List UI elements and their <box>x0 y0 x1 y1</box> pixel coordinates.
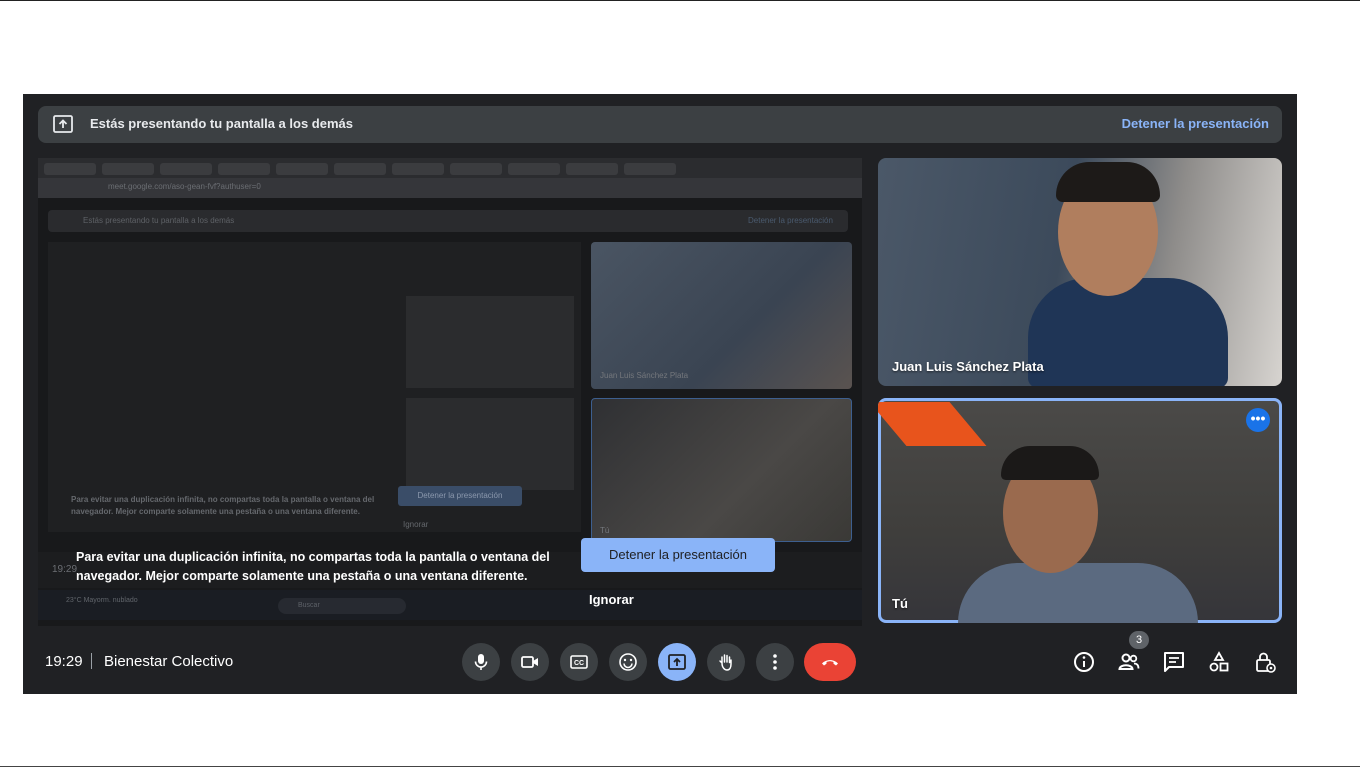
meeting-name: Bienestar Colectivo <box>104 653 234 670</box>
mirror-time: 19:29 <box>52 564 78 575</box>
camera-icon <box>521 656 538 668</box>
captions-icon: CC <box>570 655 588 669</box>
mic-icon <box>474 654 488 670</box>
taskbar-weather: 23°C Mayorm. nublado <box>66 597 138 604</box>
mirror-stop-button: Detener la presentación <box>398 486 522 506</box>
mirror-warning-text: Para evitar una duplicación infinita, no… <box>71 495 375 516</box>
mirror-ignore-link: Ignorar <box>403 520 429 529</box>
background-logo-shape <box>878 402 987 446</box>
mirror-inner-tile <box>406 398 574 490</box>
participant-name: Juan Luis Sánchez Plata <box>892 359 1044 374</box>
mic-button[interactable] <box>462 643 500 681</box>
more-options-icon[interactable]: ••• <box>1246 408 1270 432</box>
browser-url: meet.google.com/aso-gean-fvf?authuser=0 <box>108 182 261 191</box>
svg-text:CC: CC <box>574 660 584 667</box>
top-border <box>0 0 1360 1</box>
stop-presenting-button[interactable]: Detener la presentación <box>581 538 775 572</box>
participant-tile[interactable]: Juan Luis Sánchez Plata <box>878 158 1282 386</box>
meet-window: Estás presentando tu pantalla a los demá… <box>23 94 1297 694</box>
people-count-badge: 3 <box>1129 631 1149 649</box>
mirror-inner-tile <box>406 296 574 388</box>
end-call-icon <box>822 660 838 666</box>
activities-icon[interactable] <box>1207 650 1231 674</box>
infinite-mirror-warning: Para evitar una duplicación infinita, no… <box>76 550 550 583</box>
windows-taskbar <box>38 590 862 620</box>
presenting-banner: Estás presentando tu pantalla a los demá… <box>38 106 1282 143</box>
divider <box>91 653 92 669</box>
participant-video <box>958 563 1198 623</box>
captions-button[interactable]: CC <box>560 643 598 681</box>
mirror-participant-name: Juan Luis Sánchez Plata <box>600 371 689 380</box>
info-icon[interactable] <box>1072 650 1096 674</box>
people-icon[interactable] <box>1117 650 1141 674</box>
chat-icon[interactable] <box>1162 650 1186 674</box>
emoji-icon <box>619 653 637 671</box>
host-controls-icon[interactable] <box>1253 650 1277 674</box>
self-tile[interactable]: ••• Tú <box>878 398 1282 623</box>
more-options-icon <box>773 654 777 670</box>
participant-hair <box>1001 446 1099 480</box>
emoji-button[interactable] <box>609 643 647 681</box>
mirror-banner-stop: Detener la presentación <box>748 216 833 225</box>
present-screen-icon <box>53 115 73 133</box>
browser-tab-strip <box>38 158 862 178</box>
bottom-border <box>0 766 1360 767</box>
stop-presenting-link[interactable]: Detener la presentación <box>1122 116 1269 131</box>
meeting-time: 19:29 <box>45 653 83 670</box>
taskbar-search: Buscar <box>278 598 406 614</box>
end-call-button[interactable] <box>804 643 856 681</box>
mirror-participant-tile <box>591 242 852 389</box>
presenting-text: Estás presentando tu pantalla a los demá… <box>90 116 353 131</box>
raise-hand-button[interactable] <box>707 643 745 681</box>
present-button[interactable] <box>658 643 696 681</box>
camera-button[interactable] <box>511 643 549 681</box>
more-options-button[interactable] <box>756 643 794 681</box>
participant-hair <box>1056 162 1160 202</box>
mirror-participant-name: Tú <box>600 526 610 535</box>
participant-video <box>1028 278 1228 386</box>
participant-name: Tú <box>892 596 908 611</box>
ignore-link[interactable]: Ignorar <box>589 592 634 607</box>
mirror-participant-tile <box>591 398 852 542</box>
present-icon <box>668 654 686 670</box>
mirror-banner-text: Estás presentando tu pantalla a los demá… <box>83 216 235 225</box>
raise-hand-icon <box>719 654 732 671</box>
